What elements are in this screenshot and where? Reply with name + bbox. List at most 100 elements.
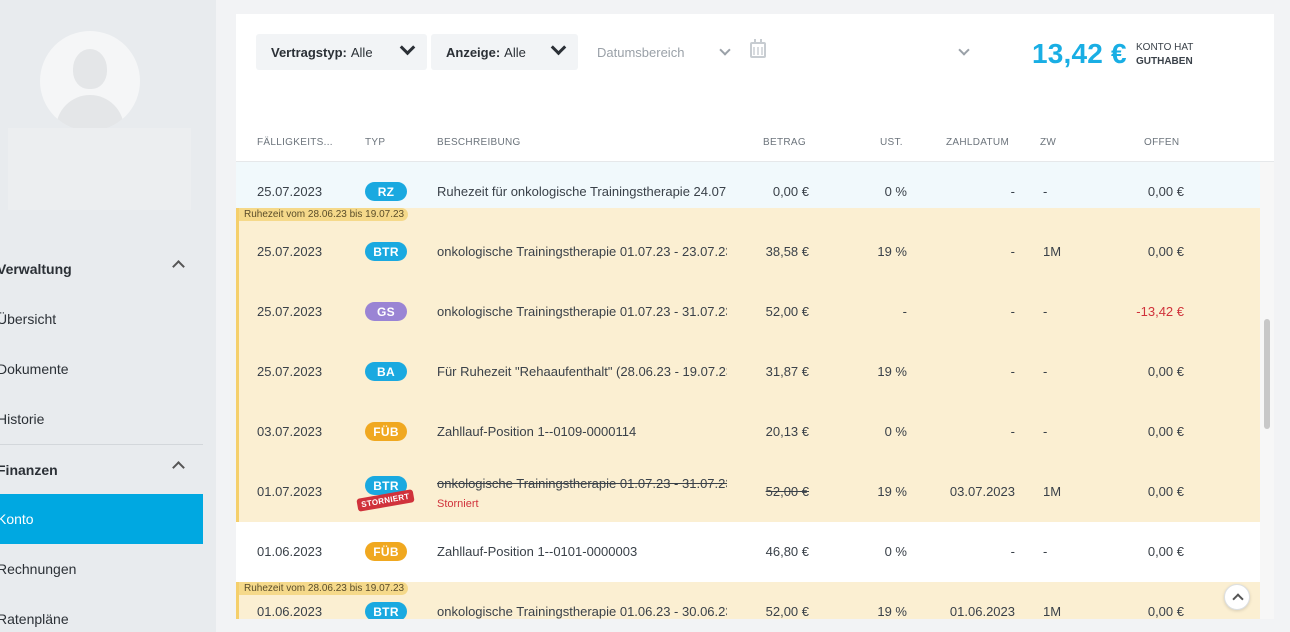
- cell-description: onkologische Trainingstherapie 01.07.23 …: [437, 244, 727, 259]
- cell-description: Für Ruhezeit "Rehaaufenthalt" (28.06.23 …: [437, 364, 727, 379]
- nav-group-label: Finanzen: [0, 462, 58, 478]
- type-badge: GS: [365, 302, 407, 321]
- cell-description: onkologische Trainingstherapie 01.07.23 …: [437, 304, 727, 319]
- table-row[interactable]: Ruhezeit vom 28.06.23 bis 19.07.23 25.07…: [236, 208, 1260, 282]
- avatar: [40, 31, 140, 131]
- sidebar-item-label: Dokumente: [0, 361, 69, 377]
- table-row[interactable]: 03.07.2023 FÜB Zahllauf-Position 1--0109…: [236, 402, 1260, 462]
- cell-zw: 1M: [1043, 244, 1062, 259]
- col-open[interactable]: OFFEN: [1144, 137, 1179, 148]
- cell-description: onkologische Trainingstherapie 01.06.23 …: [437, 604, 727, 619]
- cell-due-date: 25.07.2023: [257, 244, 323, 259]
- cell-zw: -: [1043, 364, 1048, 379]
- col-vat[interactable]: UST.: [880, 137, 903, 148]
- cell-amount: 38,58 €: [765, 244, 809, 259]
- sidebar-item-label: Ratenpläne: [0, 611, 69, 627]
- cell-amount: 31,87 €: [765, 364, 809, 379]
- type-badge: FÜB: [365, 422, 407, 441]
- cell-zw: -: [1043, 544, 1048, 559]
- date-range-input[interactable]: Datumsbereich: [597, 34, 684, 70]
- table-row[interactable]: 01.06.2023 FÜB Zahllauf-Position 1--0101…: [236, 522, 1260, 582]
- col-type[interactable]: TYP: [365, 137, 385, 148]
- sidebar-item-label: Konto: [0, 511, 34, 527]
- cell-amount: 52,00 €: [765, 604, 809, 619]
- display-label: Anzeige:: [446, 44, 501, 60]
- col-description[interactable]: BESCHREIBUNG: [437, 137, 521, 148]
- table-row[interactable]: 25.07.2023 BA Für Ruhezeit "Rehaaufentha…: [236, 342, 1260, 402]
- cell-paid-date: -: [1010, 244, 1015, 259]
- sidebar-item-uebersicht[interactable]: Übersicht: [0, 294, 203, 344]
- cell-vat: 19 %: [877, 244, 907, 259]
- type-badge: BTR: [365, 242, 407, 261]
- balance-label-line1: KONTO HAT: [1136, 42, 1194, 53]
- sidebar-item-dokumente[interactable]: Dokumente: [0, 344, 203, 394]
- nav-group-verwaltung[interactable]: Verwaltung: [0, 244, 203, 294]
- cell-paid-date: -: [1010, 184, 1015, 199]
- balance-status: KONTO HAT GUTHABEN: [1136, 41, 1193, 69]
- scroll-to-top-button[interactable]: [1224, 584, 1250, 610]
- col-paid-date[interactable]: ZAHLDATUM: [946, 137, 1009, 148]
- cell-due-date: 01.06.2023: [257, 544, 323, 559]
- cell-amount: 20,13 €: [765, 424, 809, 439]
- chevron-down-icon: [399, 39, 416, 56]
- sidebar-item-ratenplaene[interactable]: Ratenpläne: [0, 594, 203, 632]
- sidebar-item-label: Übersicht: [0, 311, 57, 327]
- table-row[interactable]: 01.07.2023 BTR STORNIERT onkologische Tr…: [236, 462, 1260, 522]
- table-row[interactable]: Ruhezeit vom 28.06.23 bis 19.07.23 01.06…: [236, 582, 1260, 619]
- cell-description: onkologische Trainingstherapie 01.07.23 …: [437, 476, 727, 491]
- cell-due-date: 03.07.2023: [257, 424, 323, 439]
- cell-paid-date: -: [1010, 424, 1015, 439]
- display-value: Alle: [504, 44, 526, 60]
- table-header: FÄLLIGKEITS... TYP BESCHREIBUNG BETRAG U…: [236, 126, 1274, 162]
- date-range-placeholder: Datumsbereich: [597, 44, 685, 60]
- cell-zw: -: [1043, 304, 1048, 319]
- nav-group-finanzen[interactable]: Finanzen: [0, 445, 203, 495]
- cell-paid-date: -: [1010, 544, 1015, 559]
- col-zw[interactable]: ZW: [1040, 137, 1056, 148]
- profile-info-placeholder: [8, 128, 191, 210]
- sidebar-item-konto[interactable]: Konto: [0, 494, 203, 544]
- chevron-down-icon[interactable]: [958, 44, 970, 56]
- avatar-head-shape: [73, 49, 107, 89]
- display-select[interactable]: Anzeige: Alle: [431, 34, 578, 70]
- cell-due-date: 25.07.2023: [257, 304, 323, 319]
- chevron-up-icon: [172, 260, 185, 273]
- chevron-down-icon[interactable]: [719, 44, 731, 56]
- cell-open: 0,00 €: [1147, 364, 1184, 379]
- cell-vat: 0 %: [884, 544, 907, 559]
- calendar-icon[interactable]: [750, 39, 766, 58]
- cell-open: 0,00 €: [1147, 244, 1184, 259]
- cell-open: 0,00 €: [1147, 424, 1184, 439]
- col-due-date[interactable]: FÄLLIGKEITS...: [257, 137, 333, 148]
- rest-period-label: Ruhezeit vom 28.06.23 bis 19.07.23: [239, 582, 409, 595]
- col-amount[interactable]: BETRAG: [763, 137, 806, 148]
- type-badge: BTR: [365, 602, 407, 619]
- cell-zw: -: [1043, 424, 1048, 439]
- cell-paid-date: -: [1010, 364, 1015, 379]
- cell-open: 0,00 €: [1147, 484, 1184, 499]
- sidebar-item-historie[interactable]: Historie: [0, 394, 203, 444]
- type-badge: BA: [365, 362, 407, 381]
- cell-amount: 52,00 €: [765, 484, 809, 499]
- cell-open: -13,42 €: [1136, 304, 1184, 319]
- chevron-down-icon: [550, 39, 567, 56]
- sidebar: Verwaltung Übersicht Dokumente Historie …: [0, 0, 216, 632]
- cell-amount: 52,00 €: [765, 304, 809, 319]
- balance-amount: 13,42 €: [1032, 38, 1127, 69]
- cell-vat: 0 %: [884, 184, 907, 199]
- scrollbar-thumb[interactable]: [1264, 319, 1270, 429]
- chevron-up-icon: [172, 461, 185, 474]
- cell-open: 0,00 €: [1147, 604, 1184, 619]
- sidebar-item-label: Historie: [0, 411, 45, 427]
- cell-paid-date: -: [1010, 304, 1015, 319]
- cell-open: 0,00 €: [1147, 184, 1184, 199]
- table-scrollbar[interactable]: [1260, 162, 1274, 619]
- sidebar-item-label: Rechnungen: [0, 561, 77, 577]
- table-row[interactable]: 25.07.2023 GS onkologische Trainingsther…: [236, 282, 1260, 342]
- cell-amount: 0,00 €: [772, 184, 809, 199]
- cell-description: Zahllauf-Position 1--0101-0000003: [437, 544, 638, 559]
- sidebar-item-rechnungen[interactable]: Rechnungen: [0, 544, 203, 594]
- account-panel: Vertragstyp: Alle Anzeige: Alle Datumsbe…: [236, 14, 1274, 619]
- contract-type-select[interactable]: Vertragstyp: Alle: [256, 34, 427, 70]
- cell-description: Zahllauf-Position 1--0109-0000114: [437, 424, 637, 439]
